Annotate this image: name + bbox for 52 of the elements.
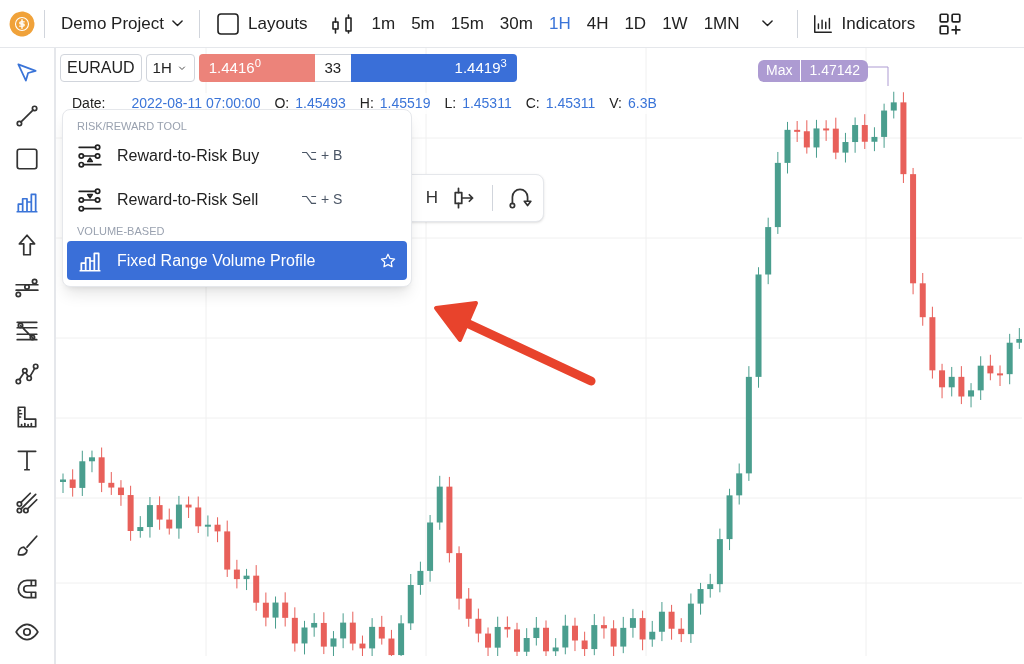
ruler-icon [14, 404, 40, 430]
risk-reward-buy-icon [77, 142, 103, 169]
fib-lines-icon [14, 275, 40, 301]
ohlc-value: 1.45311 [545, 94, 596, 113]
ohlc-label: C: [525, 94, 540, 113]
interval-tab[interactable]: 30m [491, 10, 541, 37]
max-value: 1.47142 [808, 61, 862, 80]
symbol-button[interactable]: EURAUD [60, 54, 142, 82]
ohlc-label: Date: [72, 94, 106, 113]
ohlc-value: 1.45493 [295, 94, 346, 113]
interval-tab[interactable]: 1H [540, 10, 579, 37]
interval-tab[interactable]: 5m [403, 10, 443, 37]
interval-tab[interactable]: 1MN [695, 10, 748, 37]
menu-section-title: VOLUME-BASED [76, 223, 166, 239]
interval-dropdown[interactable]: 1H [145, 54, 195, 82]
chevron-down-icon [172, 20, 183, 27]
indicators-button[interactable]: Indicators [797, 10, 930, 37]
gann-fan-icon [14, 490, 40, 516]
menu-item[interactable]: Reward-to-Risk Buy ⌥ + B [67, 136, 407, 175]
chevron-down-icon [761, 20, 773, 27]
ohlc-value: 1.45519 [379, 94, 431, 113]
ohlc-label: L: [444, 94, 457, 113]
ohlc-value: 2022-08-11 07:00:00 [131, 94, 261, 113]
risk-reward-sell-icon [77, 186, 103, 213]
ohlc-value: 1.45311 [462, 94, 512, 113]
ohlc-value: 6.3B [628, 94, 657, 113]
ohlc-label: V: [609, 94, 622, 113]
square-icon [216, 11, 240, 36]
trend-line-icon [14, 103, 40, 129]
menu-item[interactable]: Reward-to-Risk Sell ⌥ + S [67, 180, 407, 219]
buy-price-button[interactable]: 1.4419$^{3}$ [350, 54, 517, 82]
grid-plus-icon [937, 10, 964, 37]
interval-tab[interactable]: 1D [616, 10, 655, 37]
layouts-button[interactable]: Layouts [200, 10, 320, 37]
candlestick-icon [329, 11, 354, 36]
max-label: Max [758, 60, 802, 81]
menu-section-title: RISK/REWARD TOOL [76, 118, 188, 134]
ohlc-label: H: [359, 94, 374, 113]
interval-tab[interactable]: 1W [654, 10, 696, 37]
pattern-nodes-icon [14, 361, 40, 387]
spread-value: 33 [314, 54, 351, 82]
menu-item[interactable]: Fixed Range Volume Profile [67, 241, 407, 280]
bar-chart-icon [811, 12, 834, 35]
ohlc-label: O: [274, 94, 290, 113]
brush-icon [14, 533, 40, 559]
project-dropdown[interactable]: Demo Project [45, 10, 199, 37]
parallel-lines-icon [14, 318, 40, 344]
interval-tab[interactable]: 1m [363, 10, 404, 37]
rectangle-icon [14, 146, 40, 172]
toolbar-label[interactable]: H [425, 185, 438, 211]
interval-tab[interactable]: 4H [578, 10, 617, 37]
interval-tab[interactable]: 15m [442, 10, 492, 37]
